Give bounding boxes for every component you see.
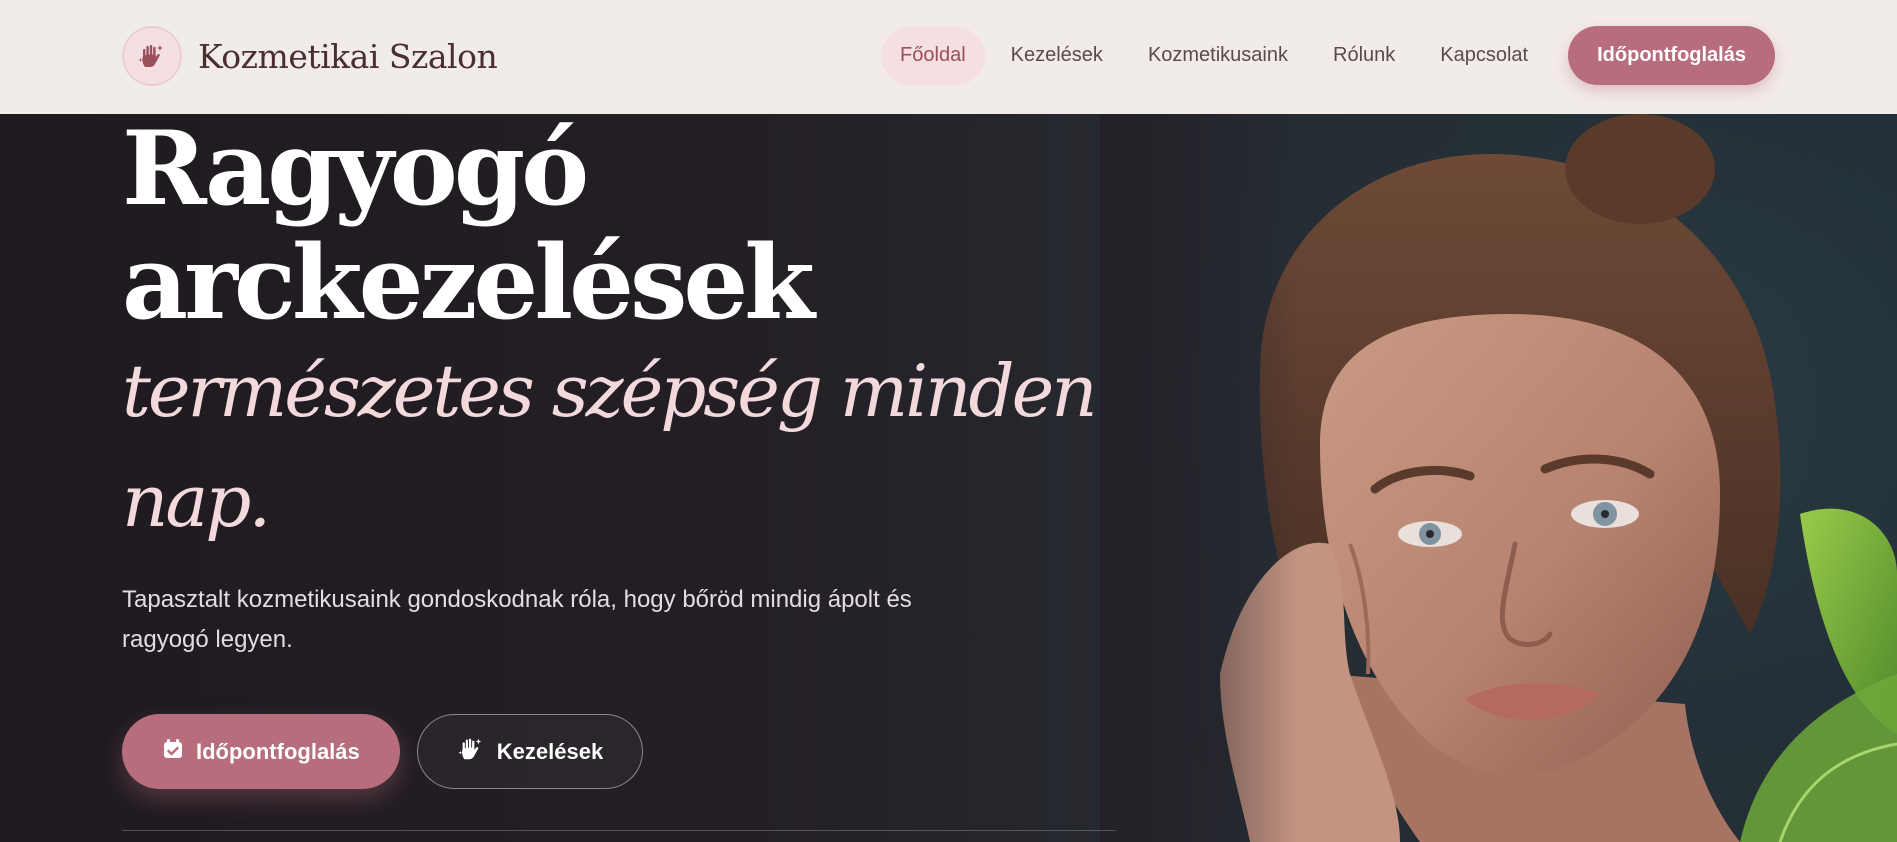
brand[interactable]: Kozmetikai Szalon	[122, 26, 498, 86]
main-nav: Főoldal Kezelések Kozmetikusaink Rólunk …	[881, 26, 1775, 85]
hero-actions: Időpontfoglalás Kezelések	[122, 714, 1122, 789]
hero-portrait-image	[1100, 114, 1897, 842]
hero-title-line1: Ragyogó	[122, 114, 589, 229]
calendar-check-icon	[162, 738, 184, 766]
hero-section: Ragyogó arckezelések természetes szépség…	[0, 114, 1897, 842]
nav-item-kapcsolat[interactable]: Kapcsolat	[1421, 27, 1547, 85]
hero-title-line2: arckezelések	[122, 223, 815, 343]
treatments-button[interactable]: Kezelések	[416, 714, 644, 789]
booking-button-label: Időpontfoglalás	[196, 738, 360, 764]
hand-sparkles-icon	[122, 26, 182, 86]
hero-subtitle: természetes szépség minden nap.	[122, 349, 1098, 543]
hero-divider	[122, 830, 1116, 831]
hand-sparkles-icon	[457, 735, 485, 769]
treatments-button-label: Kezelések	[496, 738, 604, 764]
nav-item-fooldal[interactable]: Főoldal	[881, 26, 985, 85]
nav-booking-button[interactable]: Időpontfoglalás	[1568, 26, 1775, 85]
booking-button[interactable]: Időpontfoglalás	[122, 714, 400, 789]
brand-name: Kozmetikai Szalon	[198, 36, 498, 76]
nav-item-rolunk[interactable]: Rólunk	[1314, 27, 1414, 85]
nav-item-kezelesek[interactable]: Kezelések	[992, 27, 1122, 85]
nav-item-kozmetikusaink[interactable]: Kozmetikusaink	[1129, 27, 1307, 85]
site-header: Kozmetikai Szalon Főoldal Kezelések Kozm…	[0, 0, 1897, 114]
hero-copy: Ragyogó arckezelések természetes szépség…	[122, 114, 1122, 789]
hero-lead: Tapasztalt kozmetikusaink gondoskodnak r…	[122, 586, 912, 653]
hero-title: Ragyogó arckezelések	[122, 114, 1122, 340]
